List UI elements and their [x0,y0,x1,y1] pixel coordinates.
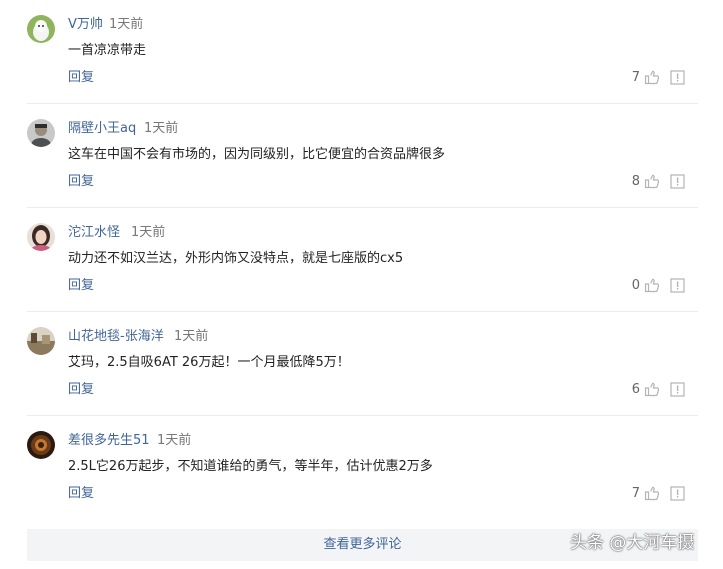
comments-page: V万帅 1天前 一首凉凉带走 回复 7 隔壁小王aq 1天前 这车在中国不会有市… [0,0,723,569]
comment-username[interactable]: 差很多先生51 [68,433,150,449]
avatar[interactable] [27,15,55,43]
avatar[interactable] [27,119,55,147]
reply-link[interactable]: 回复 [68,278,94,294]
comment-item: 沱江水怪 1天前 动力还不如汉兰达，外形内饰又没特点，就是七座版的cx5 回复 … [0,208,723,312]
comment-text: 艾玛，2.5自吸6AT 26万起！一个月最低降5万！ [68,355,350,370]
comment-username[interactable]: 隔壁小王aq [68,121,136,137]
thumbs-up-icon[interactable] [644,69,660,85]
comment-text: 这车在中国不会有市场的，因为同级别，比它便宜的合资品牌很多 [68,147,446,162]
avatar-image [27,327,55,355]
comment-time: 1天前 [157,433,192,448]
comment-time: 1天前 [109,17,144,32]
report-icon[interactable] [670,382,685,397]
reply-link[interactable]: 回复 [68,174,94,190]
like-count: 7 [631,70,640,85]
comment-username[interactable]: 山花地毯-张海洋 [68,329,164,345]
avatar-image [27,223,55,251]
comment-item: 山花地毯-张海洋 1天前 艾玛，2.5自吸6AT 26万起！一个月最低降5万！ … [0,312,723,416]
avatar-image [27,119,55,147]
thumbs-up-icon[interactable] [644,381,660,397]
comment-username[interactable]: 沱江水怪 [68,225,120,241]
reply-link[interactable]: 回复 [68,70,94,86]
like-count: 6 [631,382,640,397]
comment-text: 一首凉凉带走 [68,43,147,58]
thumbs-up-icon[interactable] [644,485,660,501]
comment-time: 1天前 [174,329,209,344]
avatar[interactable] [27,223,55,251]
comment-text: 2.5L它26万起步，不知道谁给的勇气，等半年，估计优惠2万多 [68,459,433,474]
comment-item: V万帅 1天前 一首凉凉带走 回复 7 [0,0,723,104]
comment-time: 1天前 [144,121,179,136]
report-icon[interactable] [670,174,685,189]
reply-link[interactable]: 回复 [68,486,94,502]
comment-item: 差很多先生51 1天前 2.5L它26万起步，不知道谁给的勇气，等半年，估计优惠… [0,416,723,520]
avatar[interactable] [27,431,55,459]
report-icon[interactable] [670,70,685,85]
comment-username[interactable]: V万帅 [68,17,103,33]
like-count: 8 [631,174,640,189]
comment-time: 1天前 [131,225,166,240]
comment-text: 动力还不如汉兰达，外形内饰又没特点，就是七座版的cx5 [68,251,404,266]
like-count: 0 [631,278,640,293]
reply-link[interactable]: 回复 [68,382,94,398]
thumbs-up-icon[interactable] [644,173,660,189]
avatar-image [27,15,55,43]
like-count: 7 [631,486,640,501]
report-icon[interactable] [670,486,685,501]
avatar-image [27,431,55,459]
avatar[interactable] [27,327,55,355]
thumbs-up-icon[interactable] [644,277,660,293]
watermark: 头条 @大河车摄 [570,533,695,553]
comment-item: 隔壁小王aq 1天前 这车在中国不会有市场的，因为同级别，比它便宜的合资品牌很多… [0,104,723,208]
report-icon[interactable] [670,278,685,293]
